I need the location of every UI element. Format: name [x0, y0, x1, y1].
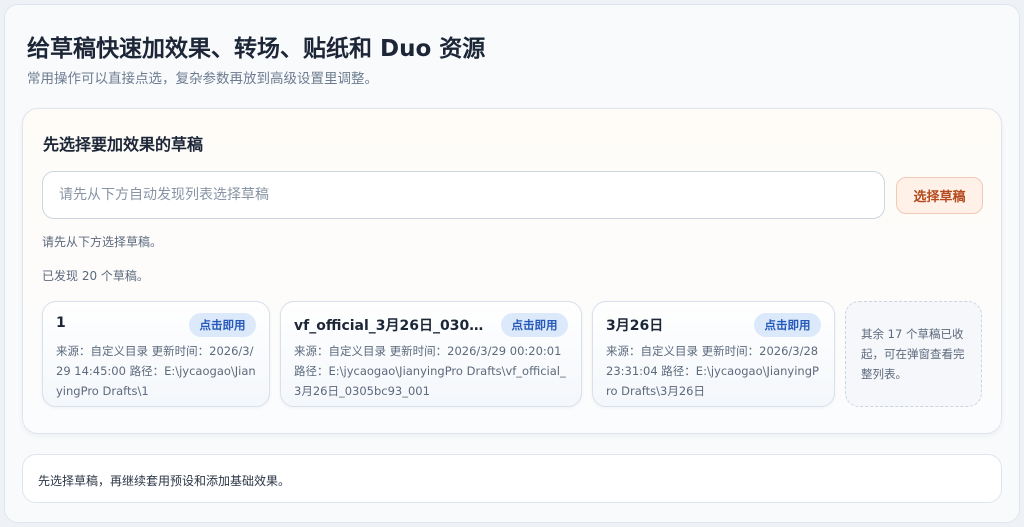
- draft-card[interactable]: 1 点击即用 来源：自定义目录 更新时间：2026/3/29 14:45:00 …: [42, 301, 270, 407]
- draft-card[interactable]: vf_official_3月26日_0305bc93_001 点击即用 来源：自…: [280, 301, 582, 407]
- panel-title: 先选择要加效果的草稿: [43, 135, 204, 154]
- page-title: 给草稿快速加效果、转场、贴纸和 Duo 资源: [27, 36, 486, 62]
- draft-path-input[interactable]: [42, 171, 885, 219]
- draft-meta: 来源：自定义目录 更新时间：2026/3/28 23:31:04 路径：E:\j…: [606, 344, 819, 398]
- found-count-text: 已发现 20 个草稿。: [42, 269, 149, 283]
- status-text: 先选择草稿，再继续套用预设和添加基础效果。: [38, 474, 291, 488]
- draft-name: vf_official_3月26日_0305bc93_001: [294, 318, 491, 334]
- selection-hint: 请先从下方选择草稿。: [42, 235, 163, 249]
- use-draft-button[interactable]: 点击即用: [501, 313, 568, 337]
- use-draft-button[interactable]: 点击即用: [189, 313, 256, 337]
- draft-name: 3月26日: [606, 318, 664, 334]
- draft-card[interactable]: 3月26日 点击即用 来源：自定义目录 更新时间：2026/3/28 23:31…: [592, 301, 835, 407]
- status-bar: 先选择草稿，再继续套用预设和添加基础效果。: [22, 454, 1002, 503]
- collapsed-drafts-card[interactable]: 其余 17 个草稿已收起，可在弹窗查看完整列表。: [845, 301, 982, 407]
- draft-name: 1: [56, 315, 66, 331]
- use-draft-button[interactable]: 点击即用: [754, 313, 821, 337]
- page-subtitle: 常用操作可以直接点选，复杂参数再放到高级设置里调整。: [27, 71, 378, 87]
- draft-selector-panel: 先选择要加效果的草稿 选择草稿 请先从下方选择草稿。 已发现 20 个草稿。 1…: [22, 108, 1002, 434]
- collapsed-drafts-text: 其余 17 个草稿已收起，可在弹窗查看完整列表。: [861, 327, 965, 381]
- select-draft-button[interactable]: 选择草稿: [896, 177, 983, 214]
- draft-meta: 来源：自定义目录 更新时间：2026/3/29 00:20:01 路径：E:\j…: [294, 344, 566, 398]
- draft-meta: 来源：自定义目录 更新时间：2026/3/29 14:45:00 路径：E:\j…: [56, 344, 256, 398]
